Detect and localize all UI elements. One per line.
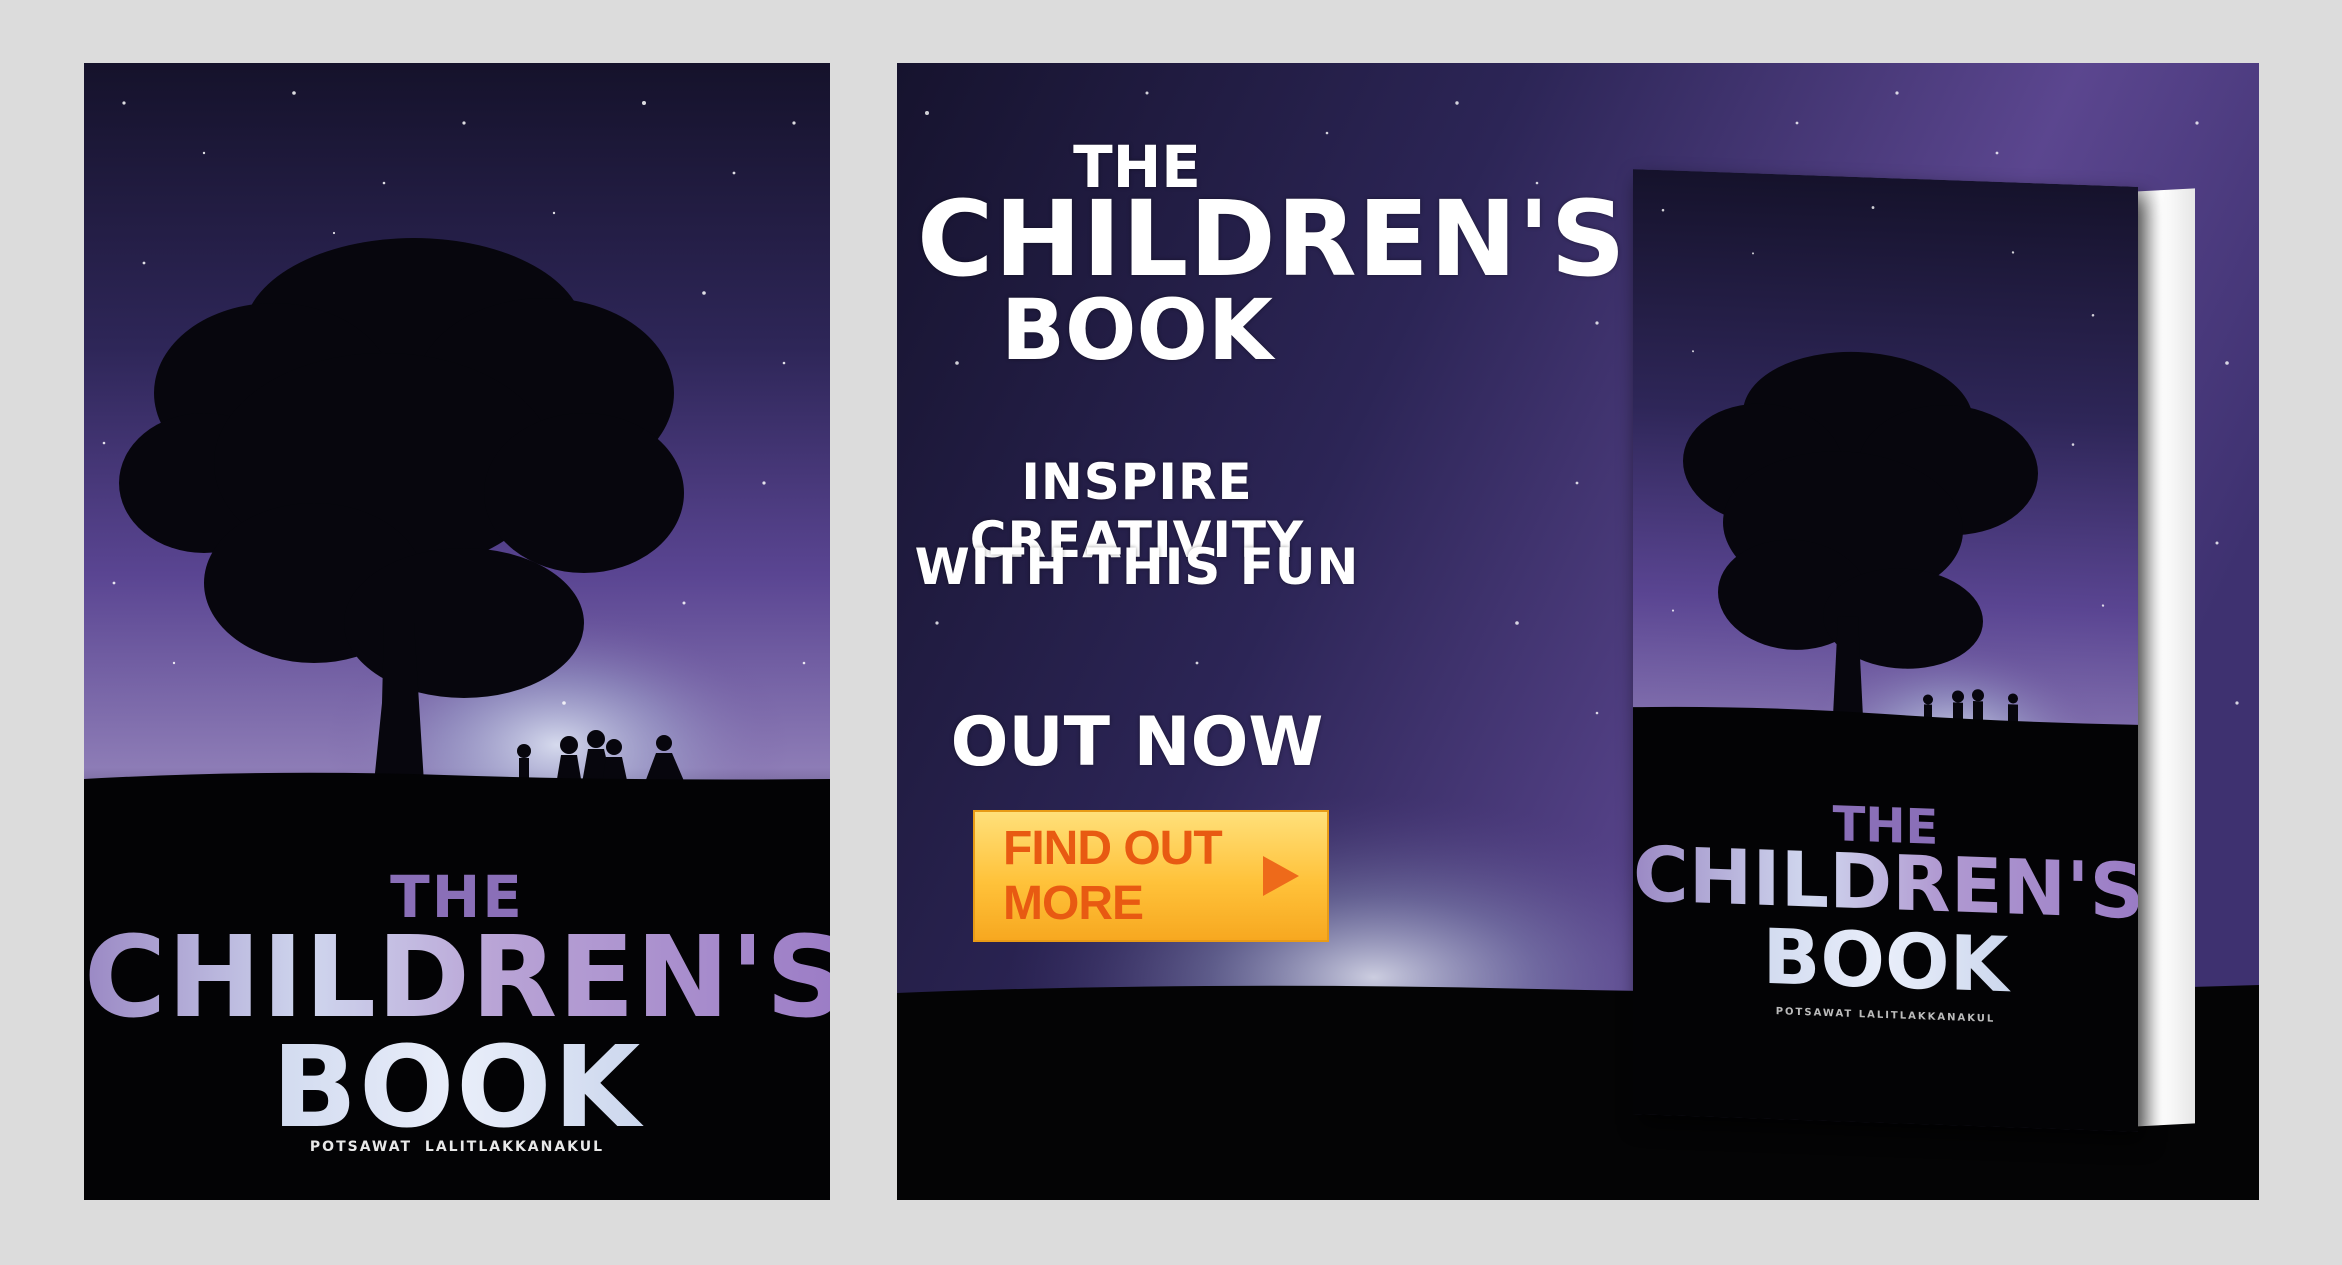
banner-title-book: BOOK: [1001, 281, 1273, 379]
book-mockup-title-book: BOOK: [1633, 907, 2138, 1014]
cover-title-book: BOOK: [84, 1023, 830, 1153]
book-cover: THE CHILDREN'S BOOK POTSAWAT LALITLAKKAN…: [84, 63, 830, 1200]
book-mockup: THE CHILDREN'S BOOK POTSAWAT LALITLAKKAN…: [1633, 169, 2195, 1188]
find-out-more-button[interactable]: FIND OUT MORE: [973, 810, 1329, 942]
book-page-edges: [2133, 188, 2195, 1127]
play-arrow-icon: [1263, 856, 1299, 896]
banner-tagline-line2: WITH THIS FUN: [914, 538, 1360, 596]
out-now-label: OUT NOW: [950, 703, 1324, 782]
cover-author-name: POTSAWAT LALITLAKKANAKUL: [309, 1139, 605, 1155]
promo-banner: THE CHILDREN'S BOOK INSPIRE CREATIVITY W…: [897, 63, 2259, 1200]
book-mockup-front-cover: THE CHILDREN'S BOOK POTSAWAT LALITLAKKAN…: [1633, 169, 2138, 1132]
